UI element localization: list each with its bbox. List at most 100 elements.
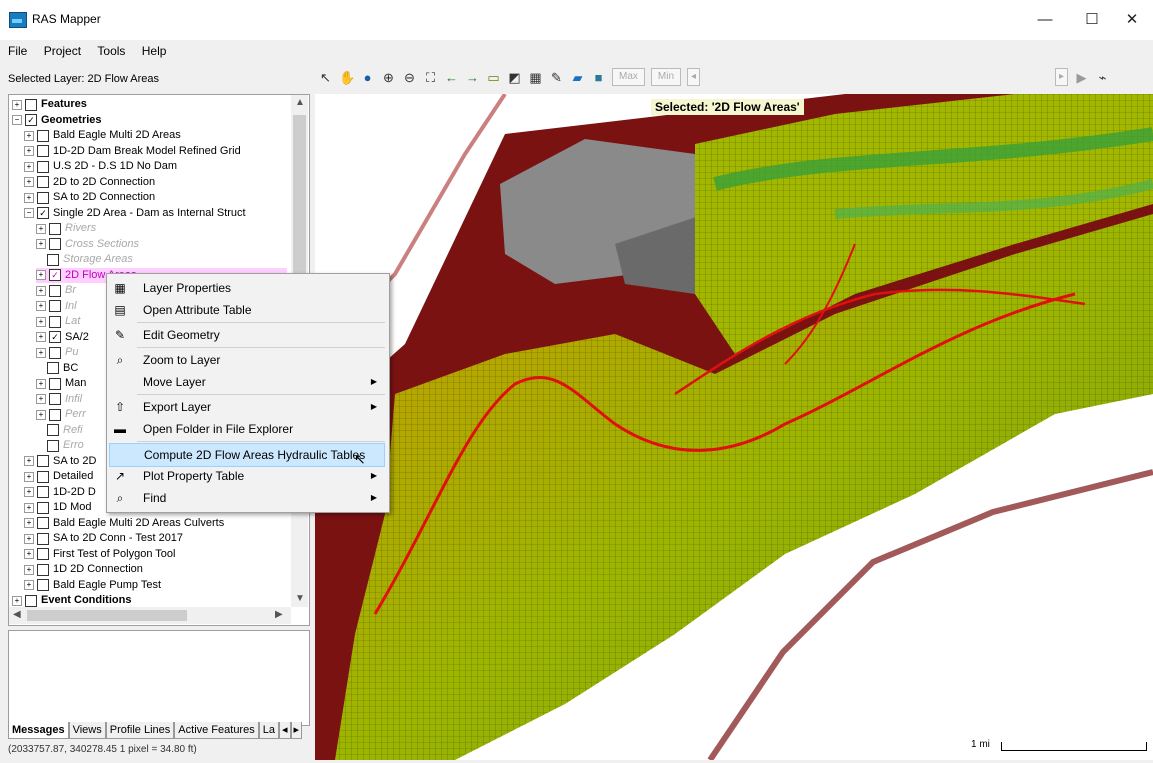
pointer-icon[interactable]: ↖ <box>318 70 333 85</box>
layer-checkbox[interactable]: ✓ <box>49 331 61 343</box>
back-arrow-icon[interactable]: ← <box>444 70 459 85</box>
layer-checkbox[interactable] <box>37 455 49 467</box>
scroll-left-arrow-icon[interactable]: ◀ <box>13 609 21 620</box>
layer-checkbox[interactable] <box>49 238 61 250</box>
tree-item[interactable]: − ✓ Geometries <box>12 113 102 128</box>
expand-toggle-icon[interactable]: + <box>24 502 34 513</box>
layer-checkbox[interactable] <box>49 346 61 359</box>
context-menu-item[interactable]: ✎ Edit Geometry <box>109 324 385 346</box>
layer-checkbox[interactable] <box>47 362 59 374</box>
profile-icon[interactable]: ◩ <box>507 70 522 85</box>
terrain-icon[interactable]: ▰ <box>570 70 585 85</box>
tree-item[interactable]: +1D-2D D <box>24 485 96 500</box>
tree-item[interactable]: +1D-2D Dam Break Model Refined Grid <box>24 144 241 159</box>
tree-item[interactable]: + Rivers <box>36 221 96 236</box>
play-icon[interactable]: ▶ <box>1074 70 1089 85</box>
context-menu-item[interactable]: ▦ Layer Properties <box>109 277 385 299</box>
expand-toggle-icon[interactable]: + <box>36 316 46 327</box>
layer-checkbox[interactable] <box>25 98 37 111</box>
expand-toggle-icon[interactable] <box>36 364 44 372</box>
tree-item[interactable]: Refi <box>36 423 83 438</box>
expand-toggle-icon[interactable]: + <box>36 378 46 389</box>
globe-icon[interactable]: ● <box>360 70 375 85</box>
tree-item[interactable]: + Detailed <box>24 469 93 484</box>
scroll-up-arrow-icon[interactable]: ▲ <box>295 97 305 108</box>
expand-toggle-icon[interactable]: + <box>24 549 34 559</box>
expand-toggle-icon[interactable]: + <box>36 270 46 280</box>
tab-scroll-right-icon[interactable]: ▸ <box>290 722 303 739</box>
context-menu-item[interactable]: ▬ Open Folder in File Explorer <box>109 418 385 440</box>
layer-checkbox[interactable] <box>47 424 59 436</box>
expand-toggle-icon[interactable]: + <box>36 332 46 342</box>
tree-item[interactable]: +1D Mod <box>24 500 92 515</box>
expand-toggle-icon[interactable]: + <box>36 285 46 296</box>
expand-toggle-icon[interactable]: + <box>24 456 34 466</box>
maximize-button[interactable]: ☐ <box>1072 8 1112 32</box>
layer-checkbox[interactable]: ✓ <box>37 207 49 219</box>
zoom-in-icon[interactable]: ⊕ <box>381 70 396 85</box>
tree-item[interactable]: + Infil <box>36 392 82 407</box>
tree-item[interactable]: + Pu <box>36 345 78 360</box>
context-menu-item[interactable]: ⇧ Export Layer ▶ <box>109 396 385 418</box>
close-button[interactable]: ✕ <box>1112 8 1152 32</box>
map-view[interactable]: Selected: '2D Flow Areas' 1 mi <box>313 92 1153 762</box>
layer-checkbox[interactable] <box>47 253 59 266</box>
menu-file[interactable]: File <box>0 40 32 58</box>
tree-item[interactable]: Erro <box>36 438 84 453</box>
expand-toggle-icon[interactable]: + <box>36 223 46 234</box>
layer-checkbox[interactable] <box>49 315 61 328</box>
layer-checkbox[interactable] <box>37 160 49 173</box>
layer-checkbox[interactable] <box>25 594 37 607</box>
tree-item[interactable]: + Inl <box>36 299 77 314</box>
tree-item[interactable]: + First Test of Polygon Tool <box>24 547 176 562</box>
expand-toggle-icon[interactable]: + <box>36 409 46 420</box>
tree-item[interactable]: + Bald Eagle Multi 2D Areas Culverts <box>24 516 224 531</box>
options-icon[interactable]: ⌁ <box>1095 70 1110 85</box>
menu-project[interactable]: Project <box>36 40 86 58</box>
tree-item[interactable]: + U.S 2D - D.S 1D No Dam <box>24 159 177 174</box>
tree-item[interactable]: +2D to 2D Connection <box>24 175 155 190</box>
tree-item[interactable]: + Cross Sections <box>36 237 139 252</box>
layer-checkbox[interactable] <box>37 563 49 576</box>
pen-icon[interactable]: ✎ <box>549 70 564 85</box>
expand-toggle-icon[interactable]: + <box>24 533 34 544</box>
tree-item[interactable]: + Perr <box>36 407 86 422</box>
pan-hand-icon[interactable]: ✋ <box>339 70 355 85</box>
expand-toggle-icon[interactable] <box>36 442 44 450</box>
expand-toggle-icon[interactable]: + <box>24 146 34 156</box>
step-forward-button[interactable]: ▸ <box>1055 68 1069 86</box>
3d-cube-icon[interactable]: ■ <box>591 70 606 85</box>
layer-checkbox[interactable] <box>49 284 61 297</box>
tree-item[interactable]: Storage Areas <box>36 252 133 267</box>
tree-item[interactable]: + Features <box>12 97 87 112</box>
expand-toggle-icon[interactable]: + <box>24 487 34 497</box>
layer-checkbox[interactable] <box>49 408 61 421</box>
expand-toggle-icon[interactable]: + <box>36 394 46 404</box>
tab-active-features[interactable]: Active Features <box>174 722 259 739</box>
tree-item[interactable]: + SA to 2D Connection <box>24 190 155 205</box>
tree-item[interactable]: +1D 2D Connection <box>24 562 143 577</box>
grid-icon[interactable]: ▦ <box>528 70 543 85</box>
tree-hscroll-thumb[interactable] <box>27 610 187 621</box>
tab-layers[interactable]: La <box>258 722 279 739</box>
context-menu-item[interactable]: ⌕ Find ▶ <box>109 487 385 509</box>
layer-checkbox[interactable] <box>49 300 61 312</box>
tree-item[interactable]: BC <box>36 361 78 376</box>
expand-toggle-icon[interactable]: + <box>12 595 22 606</box>
expand-toggle-icon[interactable]: + <box>24 518 34 528</box>
menu-help[interactable]: Help <box>134 40 172 58</box>
tree-item[interactable]: + Man <box>36 376 86 391</box>
layer-checkbox[interactable] <box>37 129 49 142</box>
minimize-button[interactable]: — <box>1025 8 1065 32</box>
expand-toggle-icon[interactable] <box>36 426 44 434</box>
context-menu-item[interactable]: ▤ Open Attribute Table <box>109 299 385 321</box>
tree-item[interactable]: − ✓ Single 2D Area - Dam as Internal Struc… <box>24 206 246 221</box>
scroll-right-arrow-icon[interactable]: ▶ <box>275 609 283 620</box>
layer-checkbox[interactable] <box>37 486 49 498</box>
layer-checkbox[interactable] <box>37 145 49 157</box>
full-extent-icon[interactable]: ⛶ <box>423 70 438 85</box>
expand-toggle-icon[interactable]: + <box>24 580 34 590</box>
expand-toggle-icon[interactable]: − <box>24 208 34 218</box>
tree-item[interactable]: + Lat <box>36 314 80 329</box>
context-menu-item[interactable]: ⌕ Zoom to Layer <box>109 349 385 371</box>
